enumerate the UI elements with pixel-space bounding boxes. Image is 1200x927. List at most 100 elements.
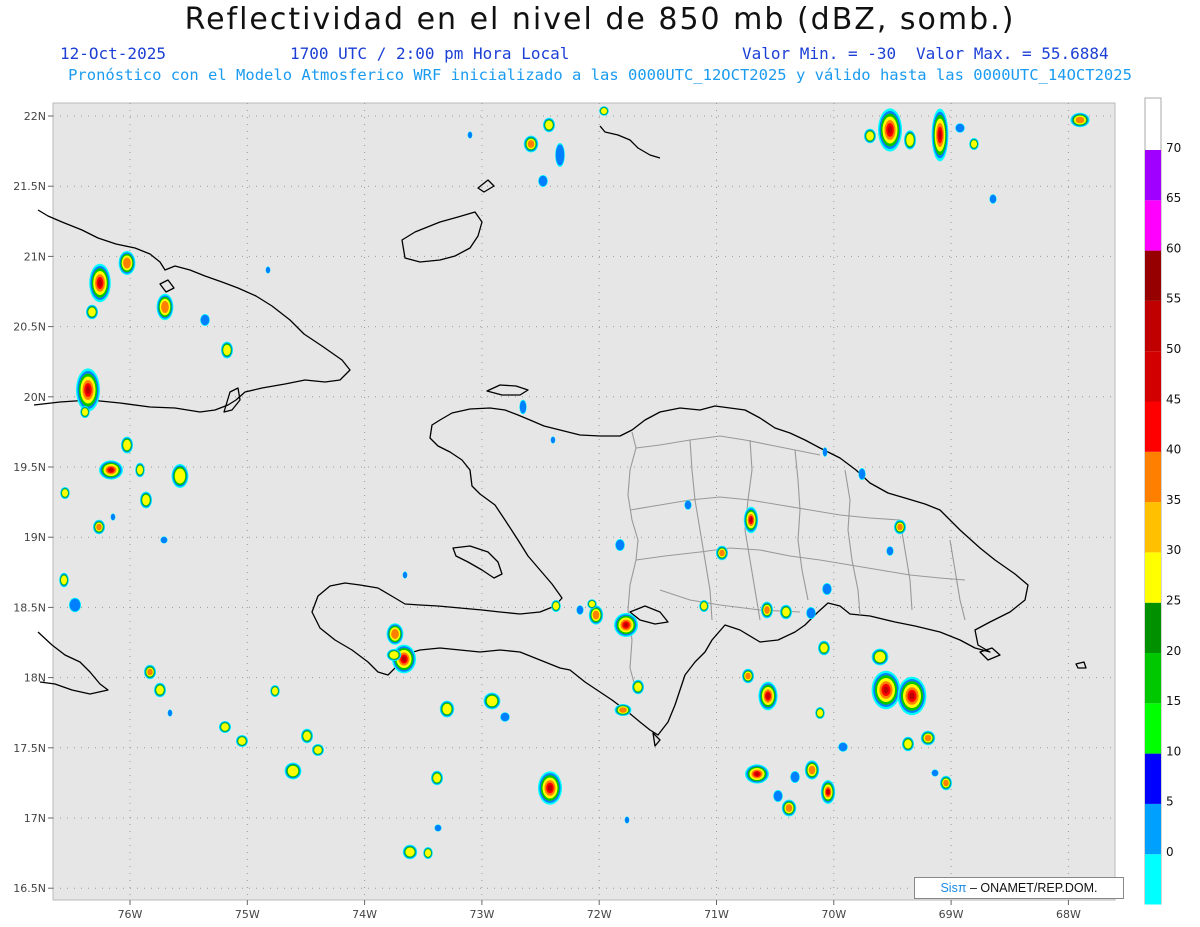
storm-cell bbox=[523, 135, 539, 153]
storm-cell-layer bbox=[576, 605, 584, 615]
storm-cell-layer bbox=[826, 789, 830, 795]
storm-cell bbox=[820, 780, 836, 804]
storm-cell-layer bbox=[897, 523, 903, 531]
storm-cell bbox=[806, 607, 816, 619]
storm-cell-layer bbox=[110, 513, 116, 521]
storm-cell-layer bbox=[989, 194, 997, 204]
storm-cell bbox=[743, 506, 759, 534]
colorbar-label: 35 bbox=[1166, 493, 1181, 507]
storm-cell bbox=[551, 600, 561, 612]
storm-cell bbox=[402, 571, 408, 579]
credit-box: Sisπ – ONAMET/REP.DOM. bbox=[914, 877, 1124, 899]
storm-cell bbox=[614, 704, 632, 716]
colorbar-segment bbox=[1145, 703, 1161, 754]
storm-cell-layer bbox=[785, 804, 793, 812]
storm-cell-layer bbox=[142, 494, 150, 506]
storm-cell bbox=[312, 744, 324, 756]
lon-label: 73W bbox=[469, 908, 494, 921]
colorbar-segment bbox=[1145, 854, 1161, 905]
storm-cell-layer bbox=[874, 651, 886, 663]
storm-cell bbox=[781, 799, 797, 817]
storm-cell-layer bbox=[527, 140, 535, 148]
storm-cell-layer bbox=[589, 601, 595, 607]
lat-label: 20.5N bbox=[13, 321, 46, 334]
storm-cell-layer bbox=[156, 685, 164, 695]
colorbar-label: 10 bbox=[1166, 744, 1181, 758]
storm-cell-layer bbox=[425, 849, 431, 857]
storm-cell bbox=[59, 572, 69, 588]
storm-cell bbox=[110, 513, 116, 521]
colorbar-label: 50 bbox=[1166, 342, 1181, 356]
colorbar-segment bbox=[1145, 552, 1161, 603]
storm-cell bbox=[822, 583, 832, 595]
storm-cell bbox=[920, 730, 936, 746]
storm-cell bbox=[780, 604, 792, 620]
map-title: Reflectividad en el nivel de 850 mb (dBZ… bbox=[184, 2, 1016, 37]
storm-cell bbox=[543, 117, 555, 133]
storm-cell-layer bbox=[486, 695, 498, 707]
storm-cell-layer bbox=[69, 598, 81, 612]
lat-label: 18.5N bbox=[13, 601, 46, 614]
min-value-label: Valor Min. = -30 bbox=[742, 44, 897, 63]
storm-cell-layer bbox=[623, 622, 629, 628]
sis-logo-text: Sisπ bbox=[940, 881, 967, 895]
storm-cell-layer bbox=[238, 737, 246, 745]
storm-cell-layer bbox=[971, 140, 977, 148]
colorbar-label: 15 bbox=[1166, 694, 1181, 708]
storm-cell bbox=[615, 539, 625, 551]
storm-cell bbox=[632, 679, 644, 695]
storm-cell-layer bbox=[808, 765, 816, 775]
lat-label: 21N bbox=[24, 250, 46, 263]
colorbar-label: 20 bbox=[1166, 644, 1181, 658]
storm-cell-layer bbox=[147, 668, 153, 676]
storm-cell bbox=[761, 601, 773, 619]
storm-cell-layer bbox=[886, 546, 894, 556]
storm-cell bbox=[599, 106, 609, 116]
lon-label: 69W bbox=[939, 908, 964, 921]
storm-cell bbox=[76, 368, 100, 412]
storm-cell-layer bbox=[123, 439, 131, 451]
lon-label: 72W bbox=[587, 908, 612, 921]
storm-cell-layer bbox=[391, 629, 399, 639]
storm-cell-layer bbox=[88, 307, 96, 317]
storm-cell-layer bbox=[96, 523, 102, 531]
storm-cell-layer bbox=[931, 769, 939, 777]
storm-cell bbox=[221, 341, 233, 359]
storm-cell-layer bbox=[955, 123, 965, 133]
storm-cell bbox=[386, 649, 402, 661]
lat-label: 21.5N bbox=[13, 180, 46, 193]
storm-cell-layer bbox=[822, 583, 832, 595]
colorbar-segment bbox=[1145, 451, 1161, 503]
storm-cell bbox=[86, 304, 98, 320]
storm-cell-layer bbox=[745, 672, 751, 680]
storm-cell bbox=[236, 735, 248, 747]
storm-cell-layer bbox=[817, 709, 823, 717]
storm-cell bbox=[467, 131, 473, 139]
storm-cell bbox=[434, 824, 442, 832]
storm-cell bbox=[284, 762, 302, 780]
storm-cell-layer bbox=[442, 703, 452, 715]
storm-cell bbox=[80, 406, 90, 418]
lat-label: 20N bbox=[24, 391, 46, 404]
storm-cell bbox=[897, 676, 927, 716]
storm-cell bbox=[773, 790, 783, 802]
storm-cell bbox=[878, 108, 902, 152]
storm-cell-layer bbox=[822, 447, 828, 457]
lon-label: 70W bbox=[821, 908, 846, 921]
max-value-label: Valor Max. = 55.6884 bbox=[916, 44, 1109, 63]
storm-cell-layer bbox=[265, 266, 271, 274]
storm-cell bbox=[742, 668, 754, 684]
colorbar-label: 45 bbox=[1166, 392, 1181, 406]
storm-cell bbox=[135, 462, 145, 478]
colorbar-label: 70 bbox=[1166, 141, 1181, 155]
storm-cell-layer bbox=[108, 468, 114, 472]
colorbar-segment bbox=[1145, 602, 1161, 653]
storm-cell bbox=[989, 194, 997, 204]
storm-cell-layer bbox=[61, 575, 67, 585]
storm-cell-layer bbox=[500, 712, 510, 722]
storm-cell-layer bbox=[433, 773, 441, 783]
colorbar-segment bbox=[1145, 502, 1161, 553]
colorbar-segment bbox=[1145, 300, 1161, 352]
storm-cell bbox=[969, 138, 979, 150]
colorbar-label: 65 bbox=[1166, 191, 1181, 205]
